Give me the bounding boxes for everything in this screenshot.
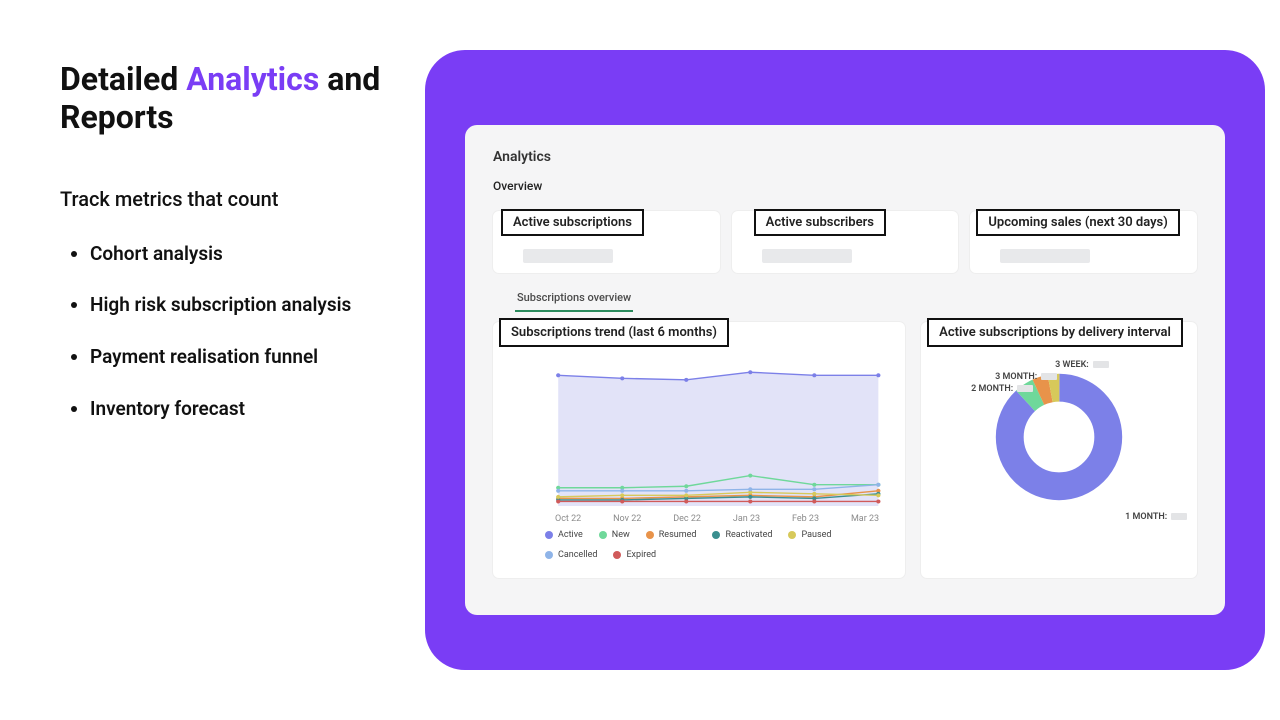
dashboard-tabs: Subscriptions overview [493, 287, 1197, 312]
x-axis-labels: Oct 22 Nov 22 Dec 22 Jan 23 Feb 23 Mar 23 [507, 512, 891, 530]
kpi-row: Active subscriptions Active subscribers … [493, 211, 1197, 273]
donut-labels: 1 MONTH:2 MONTH:3 MONTH:3 WEEK: [935, 342, 1183, 532]
legend-swatch [712, 531, 720, 539]
x-tick-label: Mar 23 [851, 514, 879, 524]
dashboard-subtitle: Overview [493, 179, 1197, 193]
legend-item: Reactivated [712, 530, 772, 540]
feature-item: Payment realisation funnel [90, 344, 390, 370]
legend-label: Reactivated [725, 530, 772, 540]
donut-wrap: 1 MONTH:2 MONTH:3 MONTH:3 WEEK: [935, 342, 1183, 532]
kpi-label: Active subscribers [754, 209, 886, 236]
feature-list: Cohort analysis High risk subscription a… [60, 241, 390, 422]
chart-card-donut: Active subscriptions by delivery interva… [921, 322, 1197, 578]
legend-item: New [599, 530, 630, 540]
legend-item: Resumed [646, 530, 697, 540]
kpi-value-placeholder [523, 249, 613, 263]
feature-item: Inventory forecast [90, 396, 390, 422]
x-tick-label: Dec 22 [673, 514, 701, 524]
legend-label: Resumed [659, 530, 697, 540]
feature-item: Cohort analysis [90, 241, 390, 267]
legend-swatch [545, 531, 553, 539]
donut-slice-label: 3 WEEK: [1055, 360, 1109, 370]
kpi-card-upcoming-sales[interactable]: Upcoming sales (next 30 days) [970, 211, 1197, 273]
subheadline: Track metrics that count [60, 187, 390, 211]
x-tick-label: Nov 22 [613, 514, 641, 524]
kpi-label: Upcoming sales (next 30 days) [976, 209, 1179, 236]
kpi-card-active-subscribers[interactable]: Active subscribers [732, 211, 959, 273]
legend-swatch [788, 531, 796, 539]
legend-swatch [646, 531, 654, 539]
page-headline: Detailed Analytics and Reports [60, 60, 390, 137]
donut-slice-label: 3 MONTH: [995, 372, 1057, 382]
line-chart [507, 342, 891, 512]
analytics-dashboard: Analytics Overview Active subscriptions … [465, 125, 1225, 615]
kpi-value-placeholder [1000, 249, 1090, 263]
chart-title-trend: Subscriptions trend (last 6 months) [499, 318, 729, 347]
kpi-card-active-subscriptions[interactable]: Active subscriptions [493, 211, 720, 273]
chart-card-trend: Subscriptions trend (last 6 months) Oct … [493, 322, 905, 578]
headline-pre: Detailed [60, 60, 186, 98]
dashboard-title: Analytics [493, 149, 1197, 165]
kpi-label: Active subscriptions [501, 209, 644, 236]
tab-subscriptions-overview[interactable]: Subscriptions overview [515, 287, 633, 312]
kpi-value-placeholder [762, 249, 852, 263]
legend-item: Paused [788, 530, 831, 540]
x-tick-label: Feb 23 [792, 514, 819, 524]
legend-label: Expired [626, 550, 656, 560]
legend-item: Expired [613, 550, 656, 560]
legend-label: Active [558, 530, 583, 540]
legend-item: Active [545, 530, 583, 540]
headline-accent: Analytics [186, 60, 319, 98]
feature-item: High risk subscription analysis [90, 292, 390, 318]
legend-swatch [613, 551, 621, 559]
chart-legend: Active New Resumed Reactivated Paused Cancell… [507, 530, 891, 560]
donut-slice-label: 2 MONTH: [971, 384, 1033, 394]
x-tick-label: Jan 23 [733, 514, 760, 524]
legend-label: Cancelled [558, 550, 597, 560]
marketing-copy: Detailed Analytics and Reports Track met… [0, 0, 420, 720]
legend-swatch [545, 551, 553, 559]
legend-item: Cancelled [545, 550, 597, 560]
legend-swatch [599, 531, 607, 539]
donut-slice-label: 1 MONTH: [1125, 512, 1187, 522]
screenshot-frame: Analytics Overview Active subscriptions … [425, 50, 1265, 670]
x-tick-label: Oct 22 [555, 514, 581, 524]
legend-label: Paused [801, 530, 831, 540]
legend-label: New [612, 530, 630, 540]
